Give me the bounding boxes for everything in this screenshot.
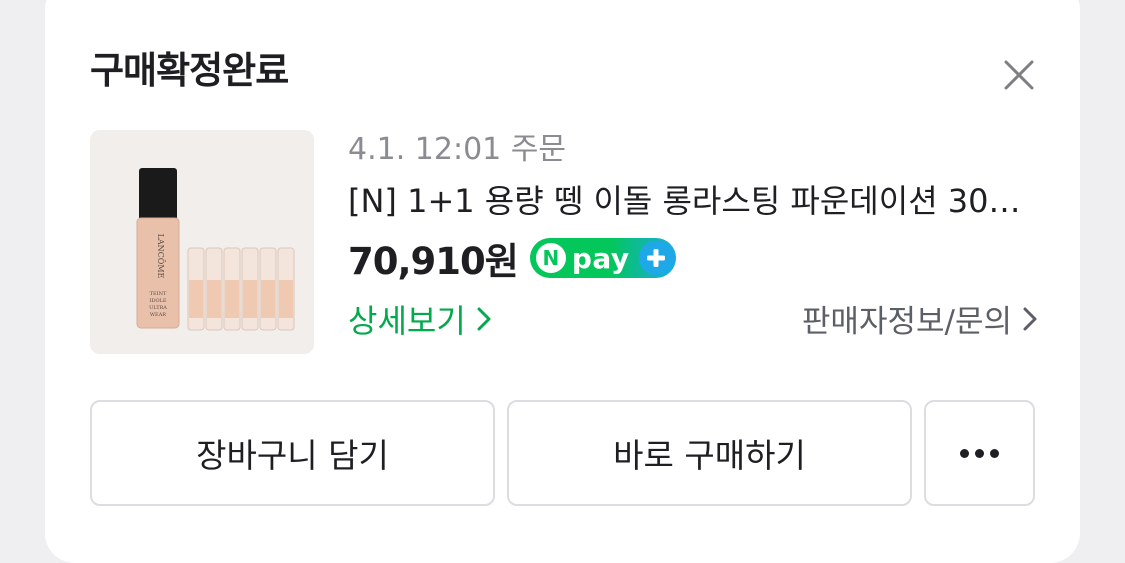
close-icon (1004, 60, 1034, 90)
close-button[interactable] (1000, 56, 1038, 94)
thumb-brand-text: LANCÔME (156, 234, 165, 279)
buy-now-button[interactable]: 바로 구매하기 (507, 400, 912, 506)
order-info: 4.1. 12:01 주문 [N] 1+1 용량 뗑 이돌 롱라스팅 파운데이션… (348, 130, 1038, 340)
chevron-right-icon (477, 307, 491, 331)
link-row: 상세보기 판매자정보/문의 (348, 296, 1038, 340)
order-date: 4.1. 12:01 주문 (348, 132, 566, 167)
thumb-line-2: IDOLE (149, 298, 166, 304)
product-name[interactable]: [N] 1+1 용량 뗑 이돌 롱라스팅 파운데이션 30ml... (348, 180, 1038, 222)
chevron-right-icon (1023, 307, 1037, 330)
product-thumbnail[interactable]: LANCÔME TEINT IDOLE ULTRA WEAR (90, 130, 314, 354)
npay-plus-badge: N pay (529, 238, 676, 278)
seller-info-link[interactable]: 판매자정보/문의 (802, 296, 1038, 341)
thumb-line-1: TEINT (150, 291, 167, 297)
add-to-cart-button[interactable]: 장바구니 담기 (90, 400, 495, 506)
purchase-confirmed-card: 구매확정완료 LANCÔME TEINT IDOLE ULTRA WEAR 4.… (45, 0, 1080, 563)
more-dots-icon (960, 448, 999, 458)
detail-link-label: 상세보기 (348, 302, 466, 340)
thumb-line-3: ULTRA (149, 305, 167, 311)
price: 70,910원 (348, 240, 519, 283)
npay-label: pay (571, 241, 630, 275)
npay-n-icon: N (535, 243, 566, 273)
plus-icon (638, 241, 673, 275)
more-button[interactable] (924, 400, 1035, 506)
product-image: LANCÔME TEINT IDOLE ULTRA WEAR (90, 130, 314, 354)
price-row: 70,910원 N pay (348, 234, 1038, 283)
detail-link[interactable]: 상세보기 (348, 296, 492, 342)
thumb-line-4: WEAR (150, 312, 166, 318)
card-title: 구매확정완료 (90, 49, 289, 92)
seller-link-label: 판매자정보/문의 (801, 304, 1012, 340)
